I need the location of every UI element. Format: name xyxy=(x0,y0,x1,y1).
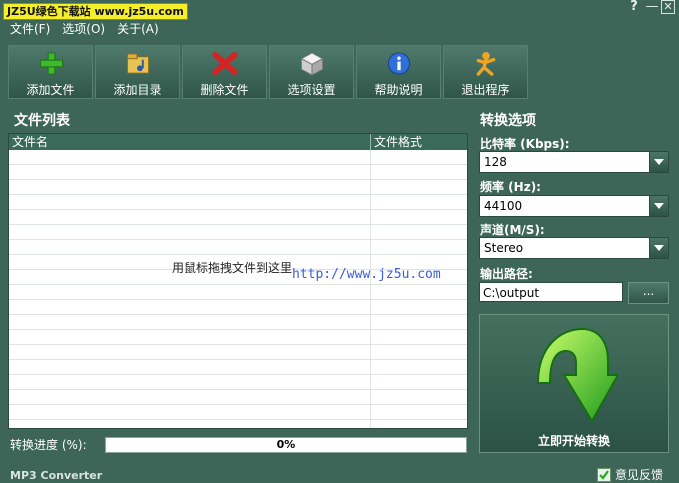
plus-icon xyxy=(39,52,63,75)
column-divider xyxy=(370,150,371,428)
add-folder-button[interactable]: 添加目录 xyxy=(95,45,180,99)
running-man-icon xyxy=(476,51,495,76)
output-label: 输出路径: xyxy=(480,267,533,281)
column-format[interactable]: 文件格式 xyxy=(371,134,467,150)
menu-about[interactable]: 关于(A) xyxy=(117,21,159,37)
channel-label: 声道(M/S): xyxy=(480,223,545,237)
delete-x-icon xyxy=(212,51,237,76)
bitrate-value: 128 xyxy=(484,155,507,169)
frequency-value: 44100 xyxy=(484,199,523,213)
chevron-down-icon[interactable] xyxy=(649,152,668,172)
menu-bar: 文件(F) 选项(O) 关于(A) xyxy=(10,21,159,37)
help-info-button[interactable]: 帮助说明 xyxy=(356,45,441,99)
progress-text: 0% xyxy=(276,438,296,451)
add-file-button[interactable]: 添加文件 xyxy=(8,45,93,99)
start-convert-label: 立即开始转换 xyxy=(537,434,610,448)
progress-bar: 0% xyxy=(105,437,467,453)
chevron-down-icon[interactable] xyxy=(649,238,668,258)
browse-button[interactable]: ... xyxy=(628,282,669,304)
green-arrow-icon xyxy=(536,327,618,423)
app-name: MP3 Converter xyxy=(10,469,103,482)
exit-button[interactable]: 退出程序 xyxy=(443,45,528,99)
channel-select[interactable]: Stereo xyxy=(479,237,669,259)
delete-file-button[interactable]: 删除文件 xyxy=(182,45,267,99)
settings-label: 选项设置 xyxy=(287,83,336,97)
start-convert-button[interactable]: 立即开始转换 xyxy=(479,314,669,453)
help-info-label: 帮助说明 xyxy=(374,83,423,97)
progress-label: 转换进度 (%): xyxy=(10,438,87,452)
frequency-label: 频率 (Hz): xyxy=(480,180,541,194)
bitrate-label: 比特率 (Kbps): xyxy=(480,137,570,151)
file-list-rows xyxy=(9,150,467,428)
close-button[interactable]: ✕ xyxy=(661,0,675,14)
add-folder-label: 添加目录 xyxy=(113,83,162,97)
site-badge: JZ5U绿色下载站 www.jz5u.com xyxy=(3,3,188,20)
chevron-down-icon[interactable] xyxy=(649,196,668,216)
exit-label: 退出程序 xyxy=(461,83,510,97)
file-list-title: 文件列表 xyxy=(14,113,70,129)
menu-file[interactable]: 文件(F) xyxy=(10,21,50,37)
watermark: http://www.jz5u.com xyxy=(292,267,441,282)
info-icon xyxy=(387,52,410,75)
drop-hint: 用鼠标拖拽文件到这里 xyxy=(172,261,293,275)
title-bar: JZ5U绿色下载站 www.jz5u.com ? — ✕ xyxy=(0,0,679,20)
file-list-header: 文件名 文件格式 xyxy=(9,134,467,150)
help-button[interactable]: ? xyxy=(627,0,641,14)
output-path-field[interactable]: C:\output xyxy=(479,282,623,302)
add-file-label: 添加文件 xyxy=(26,83,75,97)
column-filename[interactable]: 文件名 xyxy=(9,134,371,150)
folder-music-icon xyxy=(126,53,149,74)
checkmark-icon xyxy=(597,467,611,482)
toolbar: 添加文件 添加目录 删除文件 选项设置 帮助说明 退出程序 xyxy=(8,45,528,99)
feedback-link[interactable]: 意见反馈 xyxy=(597,466,663,483)
cube-icon xyxy=(299,52,324,76)
frequency-select[interactable]: 44100 xyxy=(479,195,669,217)
channel-value: Stereo xyxy=(484,241,524,255)
settings-button[interactable]: 选项设置 xyxy=(269,45,354,99)
minimize-button[interactable]: — xyxy=(645,0,659,14)
feedback-label: 意见反馈 xyxy=(615,468,664,482)
delete-file-label: 删除文件 xyxy=(200,83,249,97)
bitrate-select[interactable]: 128 xyxy=(479,151,669,173)
options-title: 转换选项 xyxy=(480,113,536,129)
menu-options[interactable]: 选项(O) xyxy=(62,21,105,37)
